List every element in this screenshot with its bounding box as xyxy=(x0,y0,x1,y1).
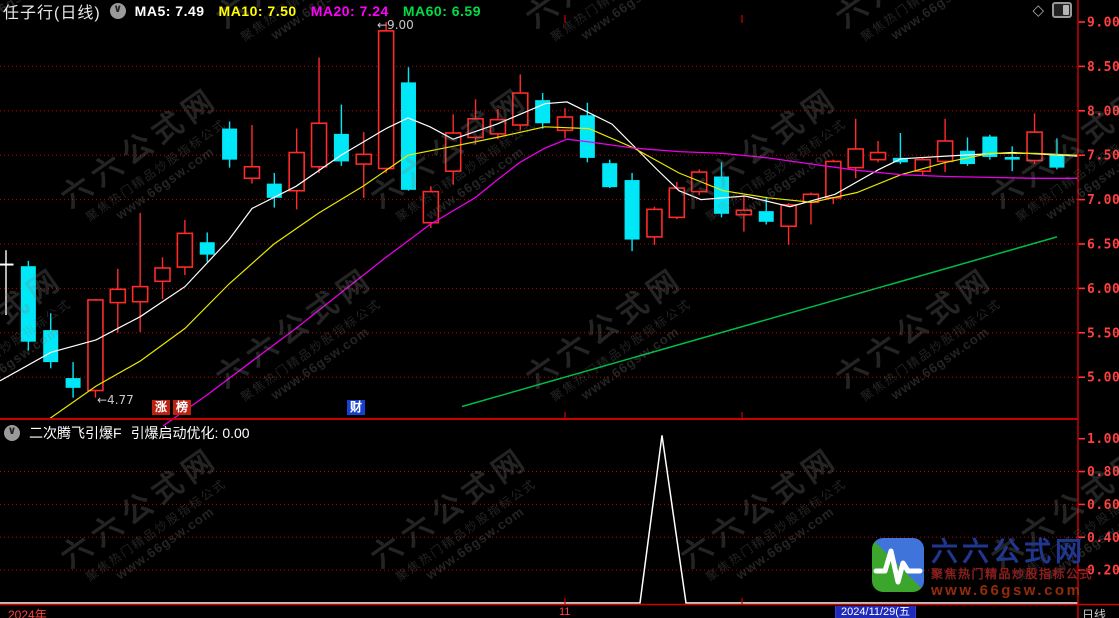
month-label: 11 xyxy=(559,606,570,618)
candle-body-up xyxy=(871,153,886,160)
candle-body-up xyxy=(244,167,259,179)
candle-body-down xyxy=(66,378,81,388)
year-label: 2024年 xyxy=(8,606,47,618)
candle-body-up xyxy=(1027,132,1042,160)
candle-body-down xyxy=(580,115,595,158)
candle-body-up xyxy=(133,287,148,302)
period-label[interactable]: 日线 xyxy=(1082,606,1106,618)
price-axis-label: 8.50 xyxy=(1087,60,1119,75)
candle-body-up xyxy=(692,172,707,192)
candle-body-down xyxy=(200,242,215,254)
ma-line-ma5 xyxy=(0,102,1078,381)
split-window-icon[interactable] xyxy=(1052,2,1072,18)
candle-body-up xyxy=(289,153,304,191)
candle-body-down xyxy=(334,134,349,162)
candle-body-down xyxy=(602,163,617,187)
candle-body-down xyxy=(267,184,282,198)
candle-body-up xyxy=(513,93,528,125)
candle-body-up xyxy=(848,149,863,168)
date-axis: 2024年 11 2024/11/29(五 日线 xyxy=(0,606,1119,618)
ma-label: MA5: 7.49 xyxy=(135,3,205,19)
candle-body-down xyxy=(759,211,774,222)
candle-body-down xyxy=(714,177,729,214)
site-url: www.66gsw.com xyxy=(931,582,1093,600)
indicator-header: 二次腾飞引爆F 引爆启动优化: 0.00 xyxy=(4,423,250,443)
window-controls: ◇ xyxy=(1032,2,1072,18)
axes-layer: 9.00 8.50 8.00 7.50 7.00 6.50 6.00 5.50 5.00 1.00… xyxy=(0,0,1119,618)
candle-body-up xyxy=(312,123,327,167)
main-chart-svg[interactable]: 9.00 8.50 8.00 7.50 7.00 6.50 6.00 5.50 5.00 1.00… xyxy=(0,0,1119,618)
price-axis-label: 6.50 xyxy=(1087,238,1119,253)
ma-label: MA60: 6.59 xyxy=(403,3,481,19)
tag-zhang[interactable]: 涨 xyxy=(152,400,170,415)
price-axis-label: 6.00 xyxy=(1087,282,1119,297)
candle-body-down xyxy=(222,129,237,160)
pulse-logo-icon xyxy=(872,538,924,592)
tag-bang[interactable]: 榜 xyxy=(173,400,191,415)
candle-body-up xyxy=(88,300,103,391)
site-tagline: 聚焦热门精品炒股指标公式 xyxy=(931,567,1093,582)
indicator-value: 引爆启动优化: 0.00 xyxy=(131,423,250,443)
site-name: 六六公式网 xyxy=(931,538,1093,567)
candle-body-down xyxy=(0,264,14,266)
indicator-axis-label: 0.80 xyxy=(1087,465,1119,480)
price-axis-label: 7.50 xyxy=(1087,149,1119,164)
candle-body-up xyxy=(155,268,170,281)
candle-body-down xyxy=(401,82,416,189)
price-axis-label: 5.00 xyxy=(1087,371,1119,386)
candle-body-down xyxy=(21,266,36,341)
header-bar: 任子行(日线) MA5: 7.49 MA10: 7.50 MA20: 7.24 MA6… xyxy=(3,1,481,21)
candle-body-down xyxy=(1049,154,1064,167)
candle-body-up xyxy=(110,289,125,302)
indicator-chevron-down-icon[interactable] xyxy=(4,425,20,441)
candle-body-up xyxy=(423,192,438,223)
stock-title: 任子行(日线) xyxy=(3,0,101,23)
indicator-name: 二次腾飞引爆F xyxy=(29,423,122,443)
ma-line-ma60 xyxy=(462,237,1057,407)
candle-body-down xyxy=(43,330,58,362)
diamond-icon[interactable]: ◇ xyxy=(1032,3,1044,18)
candle-body-up xyxy=(177,233,192,267)
tag-cai[interactable]: 财 xyxy=(347,400,365,415)
current-date-box: 2024/11/29(五 xyxy=(835,606,916,618)
candle-body-up xyxy=(647,209,662,237)
candle-body-down xyxy=(625,180,640,239)
pulse-line-icon xyxy=(872,538,924,592)
gridlines-layer xyxy=(0,66,1078,570)
candle-body-up xyxy=(938,141,953,161)
logo-text: 六六公式网 聚焦热门精品炒股指标公式 www.66gsw.com xyxy=(931,538,1093,602)
candle-body-up xyxy=(356,154,371,164)
candle-body-up xyxy=(379,31,394,169)
ma-label: MA10: 7.50 xyxy=(219,3,297,19)
ma-labels: MA5: 7.49 MA10: 7.50 MA20: 7.24 MA60: 6.59 xyxy=(135,3,481,19)
candle-body-down xyxy=(1005,157,1020,160)
site-logo[interactable]: 六六公式网 聚焦热门精品炒股指标公式 www.66gsw.com xyxy=(872,538,1118,602)
price-annotation: ←4.77 xyxy=(97,393,134,407)
candle-body-up xyxy=(736,210,751,214)
price-axis-label: 8.00 xyxy=(1087,104,1119,119)
candles-layer xyxy=(0,22,1064,398)
candle-body-up xyxy=(915,160,930,172)
candle-body-up xyxy=(468,119,483,138)
price-axis-label: 5.50 xyxy=(1087,326,1119,341)
price-axis-label: 9.00 xyxy=(1087,16,1119,31)
ma-label: MA20: 7.24 xyxy=(311,3,389,19)
candle-body-up xyxy=(781,205,796,226)
indicator-axis-label: 1.00 xyxy=(1087,432,1119,447)
stock-app-screen: 9.00 8.50 8.00 7.50 7.00 6.50 6.00 5.50 5.00 1.00… xyxy=(0,0,1119,618)
indicator-axis-label: 0.60 xyxy=(1087,498,1119,513)
chevron-down-icon[interactable] xyxy=(110,3,126,19)
price-axis-label: 7.00 xyxy=(1087,193,1119,208)
